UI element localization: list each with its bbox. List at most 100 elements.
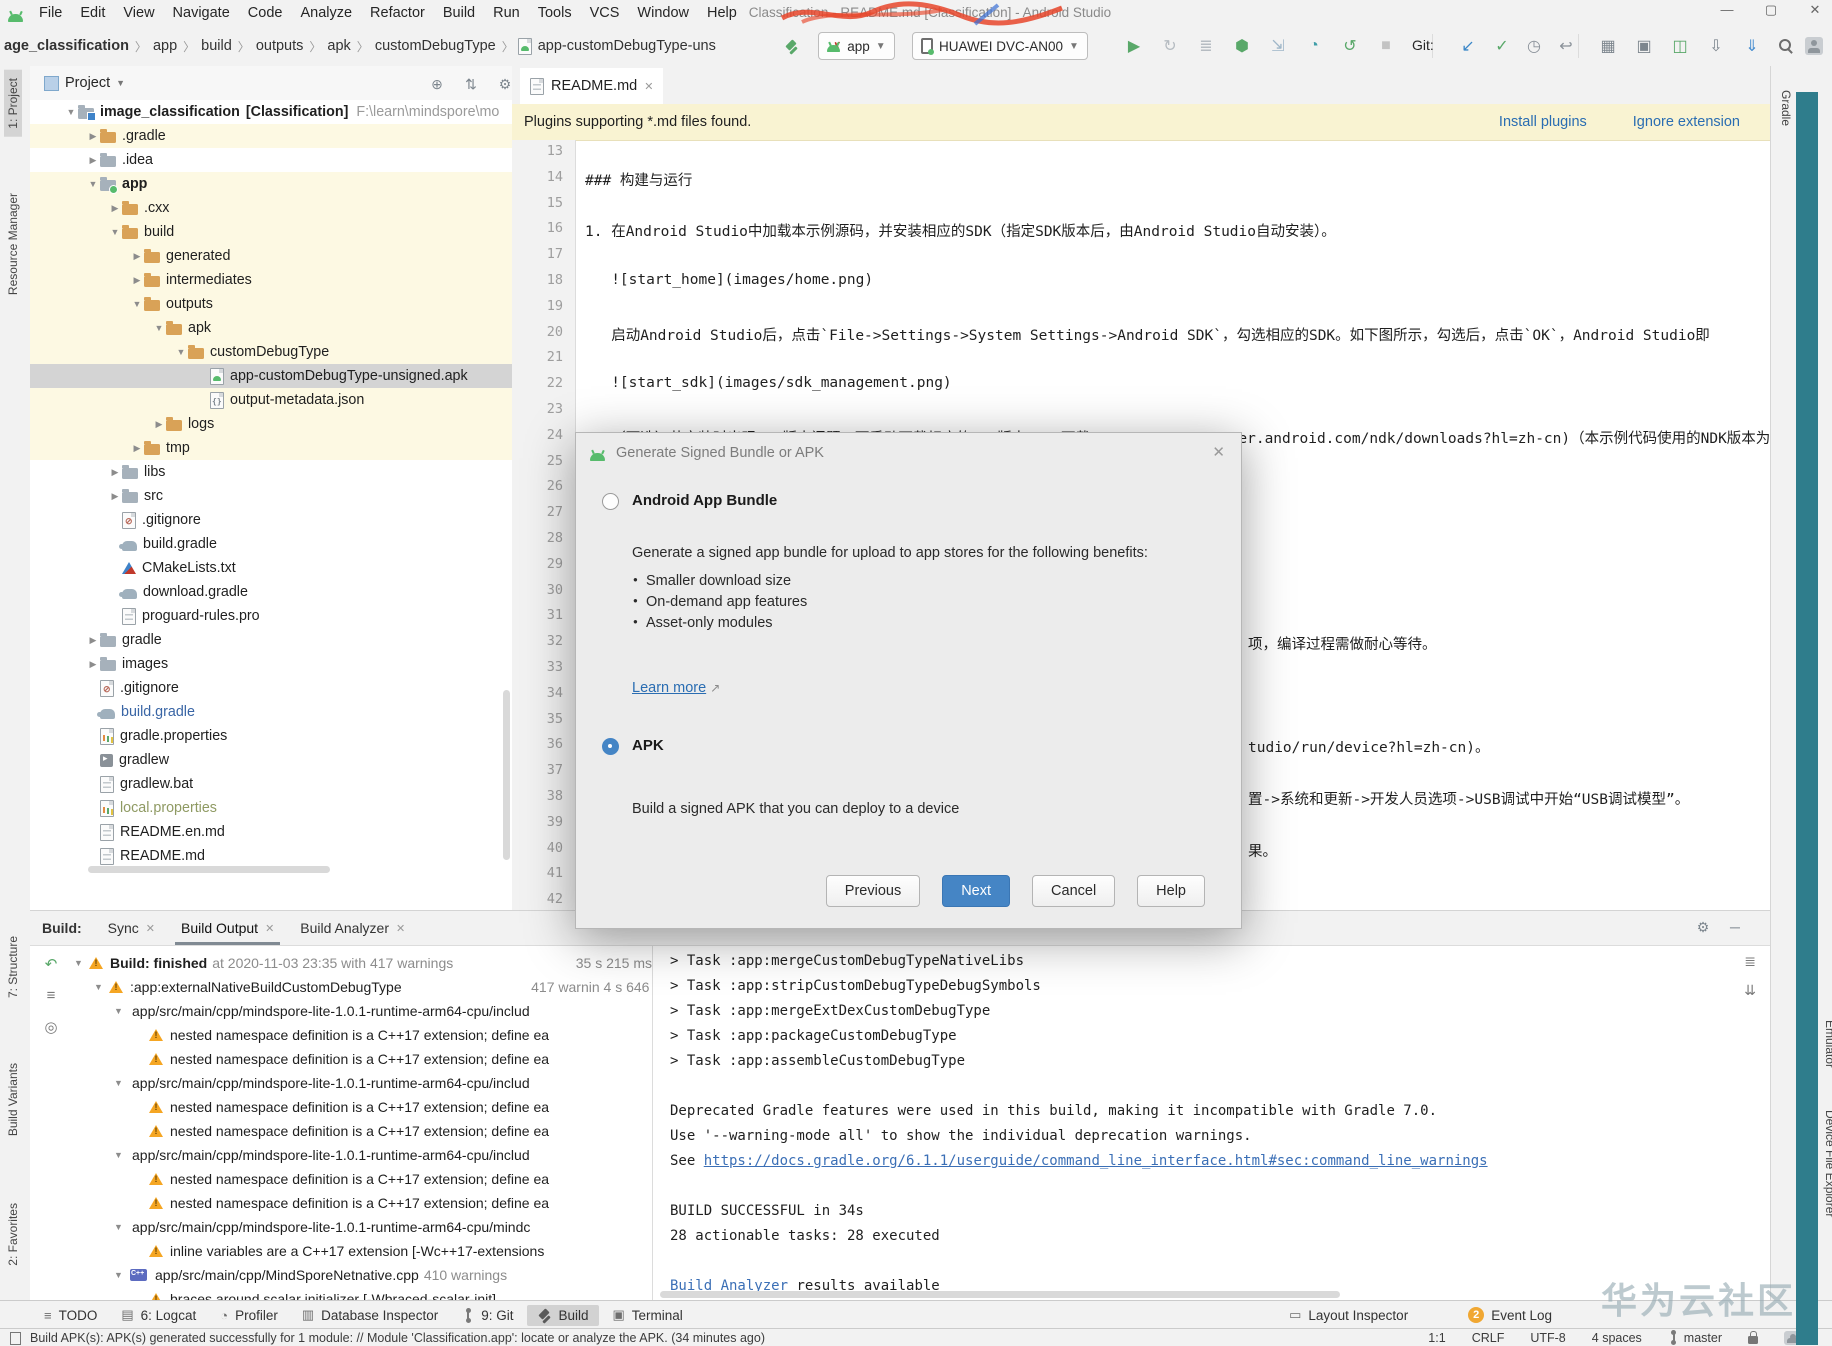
tree-item-intermediates[interactable]: ▶ intermediates xyxy=(30,268,512,292)
tree-item--cxx[interactable]: ▶ .cxx xyxy=(30,196,512,220)
maximize-button[interactable]: ▢ xyxy=(1762,2,1780,18)
tool-stripe-7-structure[interactable]: 7: Structure xyxy=(4,928,22,1006)
history-icon[interactable]: ◷ xyxy=(1522,34,1546,58)
project-view-selector[interactable]: Project ▼ xyxy=(44,75,125,91)
build-tree-row[interactable]: ▼ app/src/main/cpp/mindspore-lite-1.0.1-r… xyxy=(66,999,652,1023)
status-item-1-1[interactable]: 1:1 xyxy=(1428,1331,1445,1345)
tree-arrow-icon[interactable]: ▶ xyxy=(130,275,144,286)
restart-build-icon[interactable]: ↶ xyxy=(45,955,58,973)
run-icon[interactable]: ▶ xyxy=(1122,34,1146,58)
radio-apk[interactable] xyxy=(602,738,619,755)
tree-arrow-icon[interactable]: ▶ xyxy=(130,251,144,262)
tree-arrow-icon[interactable]: ▶ xyxy=(108,491,122,502)
soft-wrap-icon[interactable]: ≣ xyxy=(1744,953,1756,970)
build-tab-build-output[interactable]: Build Output ✕ xyxy=(174,911,281,945)
build-tree-row[interactable]: nested namespace definition is a C++17 e… xyxy=(66,1167,652,1191)
tree-item-gradlew[interactable]: gradlew xyxy=(30,748,512,772)
tree-arrow-icon[interactable]: ▼ xyxy=(114,1006,127,1016)
menu-edit[interactable]: Edit xyxy=(71,5,114,21)
build-hammer-icon[interactable] xyxy=(784,39,800,55)
banner-action-install-plugins[interactable]: Install plugins xyxy=(1499,114,1587,130)
menu-navigate[interactable]: Navigate xyxy=(164,5,239,21)
tree-item-local-properties[interactable]: local.properties xyxy=(30,796,512,820)
build-tree-row[interactable]: nested namespace definition is a C++17 e… xyxy=(66,1191,652,1215)
tab-readme[interactable]: README.md ✕ xyxy=(520,68,664,107)
tree-item-build[interactable]: ▼ build xyxy=(30,220,512,244)
build-tree-row[interactable]: braces around scalar initializer [-Wbrac… xyxy=(66,1287,652,1301)
menu-run[interactable]: Run xyxy=(484,5,529,21)
next-button[interactable]: Next xyxy=(942,875,1011,907)
tree-item--gitignore[interactable]: .gitignore xyxy=(30,508,512,532)
inspect-icon[interactable]: ◎ xyxy=(44,1018,57,1036)
option-apk-label[interactable]: APK xyxy=(632,737,664,754)
close-icon[interactable]: ✕ xyxy=(1212,443,1225,461)
search-everywhere-icon[interactable] xyxy=(1774,34,1798,58)
tree-item-gradle[interactable]: ▶ gradle xyxy=(30,628,512,652)
breadcrumb-item[interactable]: age_classification xyxy=(2,38,131,54)
cancel-button[interactable]: Cancel xyxy=(1032,875,1116,907)
project-tree-hscrollbar[interactable] xyxy=(88,866,330,873)
tree-arrow-icon[interactable]: ▶ xyxy=(108,467,122,478)
close-icon[interactable]: ✕ xyxy=(265,922,274,935)
tree-arrow-icon[interactable]: ▼ xyxy=(114,1270,127,1280)
tree-item-app-customdebugtype-unsigned-apk[interactable]: app-customDebugType-unsigned.apk xyxy=(30,364,512,388)
tree-item-build-gradle[interactable]: build.gradle xyxy=(30,700,512,724)
tree-item-gradle-properties[interactable]: gradle.properties xyxy=(30,724,512,748)
tree-item-apk[interactable]: ▼ apk xyxy=(30,316,512,340)
tree-arrow-icon[interactable]: ▼ xyxy=(114,1222,127,1232)
scroll-to-end-icon[interactable]: ⇊ xyxy=(1744,982,1756,999)
tool-stripe-2-favorites[interactable]: 2: Favorites xyxy=(4,1195,22,1274)
build-tree-row[interactable]: nested namespace definition is a C++17 e… xyxy=(66,1023,652,1047)
tree-arrow-icon[interactable]: ▼ xyxy=(174,347,188,357)
tree-arrow-icon[interactable]: ▼ xyxy=(64,107,78,117)
tree-item--gitignore[interactable]: .gitignore xyxy=(30,676,512,700)
tree-item-app[interactable]: ▼ app xyxy=(30,172,512,196)
tree-item-proguard-rules-pro[interactable]: proguard-rules.pro xyxy=(30,604,512,628)
tree-arrow-icon[interactable]: ▼ xyxy=(130,299,144,309)
build-tree-row[interactable]: nested namespace definition is a C++17 e… xyxy=(66,1047,652,1071)
profile-app-icon[interactable]: ↺ xyxy=(1338,34,1362,58)
menu-vcs[interactable]: VCS xyxy=(581,5,629,21)
hide-build-panel-icon[interactable]: ─ xyxy=(1724,916,1746,938)
close-icon[interactable]: ✕ xyxy=(146,922,155,935)
locate-file-icon[interactable]: ⊕ xyxy=(426,73,448,95)
profiler-icon[interactable]: ◔ xyxy=(1302,34,1326,58)
toolwindow-button-todo[interactable]: ≡ TODO xyxy=(34,1305,107,1326)
menu-code[interactable]: Code xyxy=(239,5,292,21)
tree-arrow-icon[interactable]: ▼ xyxy=(152,323,166,333)
build-settings-icon[interactable]: ⚙ xyxy=(1692,916,1714,938)
menu-file[interactable]: File xyxy=(30,5,71,21)
tree-item-customdebugtype[interactable]: ▼ customDebugType xyxy=(30,340,512,364)
tree-item-logs[interactable]: ▶ logs xyxy=(30,412,512,436)
toolwindow-button-terminal[interactable]: ▣ Terminal xyxy=(603,1304,693,1326)
status-item-crlf[interactable]: CRLF xyxy=(1472,1331,1505,1345)
toolwindow-button-profiler[interactable]: ◔ Profiler xyxy=(210,1305,288,1326)
tool-stripe-build-variants[interactable]: Build Variants xyxy=(4,1055,22,1144)
project-structure-icon[interactable]: ▦ xyxy=(1596,34,1620,58)
console-hscrollbar[interactable] xyxy=(660,1291,1340,1298)
tree-arrow-icon[interactable]: ▼ xyxy=(108,227,122,237)
tree-arrow-icon[interactable]: ▶ xyxy=(86,131,100,142)
menu-tools[interactable]: Tools xyxy=(529,5,581,21)
tree-item-image-classification[interactable]: ▼ image_classification [Classification] F:\… xyxy=(30,100,512,124)
build-tab-sync[interactable]: Sync ✕ xyxy=(108,911,155,945)
build-output-tree[interactable]: ▼ Build: finished at 2020-11-03 23:35 wit… xyxy=(66,945,653,1301)
avd-manager-icon[interactable]: ◫ xyxy=(1668,34,1692,58)
status-git-branch[interactable]: master xyxy=(1668,1330,1722,1345)
tree-arrow-icon[interactable]: ▶ xyxy=(86,155,100,166)
tree-item-readme-en-md[interactable]: README.en.md xyxy=(30,820,512,844)
tree-item-gradlew-bat[interactable]: gradlew.bat xyxy=(30,772,512,796)
sdk-manager-icon[interactable]: ⇓ xyxy=(1740,34,1764,58)
rollback-icon[interactable]: ↩ xyxy=(1554,34,1578,58)
menu-view[interactable]: View xyxy=(114,5,163,21)
rerun-icon[interactable]: ↻ xyxy=(1158,34,1182,58)
close-button[interactable]: ✕ xyxy=(1806,2,1824,18)
build-tree-row[interactable]: ▼ app/src/main/cpp/mindspore-lite-1.0.1-r… xyxy=(66,1215,652,1239)
tree-item-build-gradle[interactable]: build.gradle xyxy=(30,532,512,556)
collapse-all-icon[interactable]: ⇅ xyxy=(460,73,482,95)
tree-item--idea[interactable]: ▶ .idea xyxy=(30,148,512,172)
breadcrumb-item[interactable]: apk xyxy=(325,38,352,54)
help-button[interactable]: Help xyxy=(1137,875,1205,907)
tool-stripe-device-file-explorer[interactable]: Device File Explorer xyxy=(1821,1102,1832,1225)
status-item-utf-8[interactable]: UTF-8 xyxy=(1530,1331,1565,1345)
